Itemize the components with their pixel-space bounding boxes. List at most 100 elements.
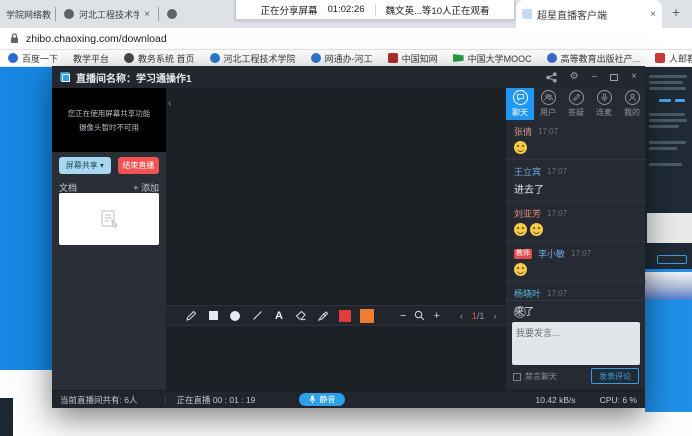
- bookmark-label: 中国大学MOOC: [468, 52, 532, 65]
- magnifier-icon[interactable]: [414, 310, 425, 321]
- bookmark-baidu[interactable]: 百度一下: [8, 52, 58, 65]
- emoji-picker-icon[interactable]: [514, 306, 526, 318]
- bookmark-label: 教务系统 首页: [138, 52, 195, 65]
- message-time: 17:07: [547, 209, 567, 218]
- address-bar[interactable]: zhibo.chaoxing.com/download: [0, 28, 692, 50]
- bookmark-hebei-college[interactable]: 河北工程技术学院: [210, 52, 296, 65]
- tab-label: 答疑: [568, 107, 584, 118]
- status-bar: 当前直播间共有: 6人 正在直播 00 : 01 : 19 静音 10.42 k…: [52, 390, 645, 408]
- background-page-left: [0, 67, 52, 370]
- window-title-bar[interactable]: 直播间名称：学习通操作1 ⚙ – ×: [52, 66, 645, 88]
- smiley-emoji: [514, 141, 527, 154]
- browser-tab-1[interactable]: 学院网络教 ×: [0, 0, 52, 28]
- circle-tool-icon[interactable]: [224, 311, 246, 321]
- background-page-corner-image: [0, 398, 13, 436]
- bookmark-label: 网通办-河工: [325, 52, 373, 65]
- chat-panel: 聊天 用户 答疑 连麦: [505, 88, 645, 390]
- end-live-button[interactable]: 结束直播: [118, 157, 159, 174]
- bookmarks-bar: 百度一下 教学平台 教务系统 首页 河北工程技术学院 网通办-河工 中国知网 中…: [0, 50, 692, 67]
- banner-divider: [375, 4, 376, 16]
- browser-tab-active[interactable]: 超星直播客户端 ×: [516, 0, 662, 28]
- screen-share-canvas[interactable]: ‹ A −: [166, 88, 505, 390]
- url-text[interactable]: zhibo.chaoxing.com/download: [26, 33, 167, 45]
- browser-tab-2[interactable]: 河北工程技术学院 ×: [58, 0, 156, 28]
- left-panel: 您正在使用屏幕共享功能 摄像头暂时不可用 屏幕共享 ▾ 结束直播 文档 + 添加: [52, 88, 166, 390]
- send-comment-button[interactable]: 发表评论: [591, 368, 639, 384]
- bookmark-teaching-platform[interactable]: 教学平台: [73, 52, 109, 65]
- microphone-icon: [309, 395, 316, 404]
- chat-message: 教师李小敏17:07: [506, 242, 646, 282]
- tab-mic-connect[interactable]: 连麦: [590, 88, 618, 120]
- tab-close-icon[interactable]: ×: [650, 9, 656, 20]
- bookmark-ptpress[interactable]: 人邮教育社区: [655, 52, 692, 65]
- page-indicator: 1/1: [472, 311, 485, 321]
- maximize-icon[interactable]: [610, 74, 618, 81]
- viewer-count: 当前直播间共有: 6人: [60, 394, 137, 406]
- chat-message: 杨晓叶17:07 来了: [506, 282, 646, 324]
- new-tab-button[interactable]: +: [672, 4, 680, 20]
- mute-button[interactable]: 静音: [299, 393, 345, 406]
- tab-close-icon[interactable]: ×: [144, 9, 150, 20]
- cpu-usage: CPU: 6 %: [600, 395, 637, 405]
- settings-gear-icon[interactable]: ⚙: [570, 72, 579, 82]
- bookmark-wangtongban[interactable]: 网通办-河工: [311, 52, 373, 65]
- divider: [506, 300, 646, 301]
- zoom-out-icon[interactable]: −: [400, 310, 406, 322]
- bookmark-favicon: [655, 53, 665, 63]
- camera-preview: 您正在使用屏幕共享功能 摄像头暂时不可用: [52, 88, 166, 152]
- screen-share-button[interactable]: 屏幕共享 ▾: [59, 157, 111, 174]
- bookmark-hep-press[interactable]: 高等教育出版社产...: [547, 52, 641, 65]
- document-thumbnail[interactable]: [59, 193, 159, 245]
- bitrate-value: 10.42 kB/s: [536, 395, 576, 405]
- browser-tab-3[interactable]: [161, 0, 231, 28]
- tab-mine[interactable]: 我的: [618, 88, 646, 120]
- bookmark-label: 中国知网: [402, 52, 438, 65]
- bookmark-favicon: [311, 53, 321, 63]
- chat-message-list[interactable]: 张倩17:07 王立宾17:07 进去了 刘亚芳17:07 教师李小敏17:07…: [506, 120, 646, 324]
- collapse-panel-arrow[interactable]: ‹: [168, 98, 171, 109]
- color-swatch-orange[interactable]: [356, 309, 378, 323]
- users-icon: [541, 90, 556, 105]
- message-time: 17:07: [547, 167, 567, 176]
- sender-name: 刘亚芳: [514, 207, 541, 220]
- tab-label: 学院网络教: [6, 8, 51, 21]
- zoom-in-icon[interactable]: +: [433, 310, 439, 322]
- message-text: 来了: [514, 303, 638, 318]
- sender-name: 张倩: [514, 125, 532, 138]
- minimize-icon[interactable]: –: [592, 72, 598, 82]
- tab-qa[interactable]: 答疑: [562, 88, 590, 120]
- line-tool-icon[interactable]: [246, 310, 268, 321]
- document-icon: [96, 206, 122, 232]
- bookmark-favicon: [547, 53, 557, 63]
- teacher-badge: 教师: [514, 249, 532, 259]
- bookmark-favicon: [453, 54, 464, 62]
- live-room-icon: [60, 72, 70, 82]
- close-icon[interactable]: ×: [631, 72, 637, 82]
- next-page-icon[interactable]: ›: [493, 311, 496, 321]
- tab-label: 用户: [540, 107, 556, 118]
- background-page-right: [645, 67, 692, 436]
- eraser-tool-icon[interactable]: [290, 310, 312, 321]
- chat-input[interactable]: [512, 322, 640, 365]
- camera-notice-line2: 摄像头暂时不可用: [79, 122, 139, 133]
- divider: [165, 395, 166, 405]
- bookmark-cnki[interactable]: 中国知网: [388, 52, 438, 65]
- tab-chat[interactable]: 聊天: [506, 88, 534, 120]
- tab-users[interactable]: 用户: [534, 88, 562, 120]
- background-page-right-panel: [645, 67, 692, 269]
- prev-page-icon[interactable]: ‹: [460, 311, 463, 321]
- clear-brush-tool-icon[interactable]: [312, 310, 334, 322]
- share-icon[interactable]: [546, 72, 557, 83]
- bookmark-mooc[interactable]: 中国大学MOOC: [453, 52, 532, 65]
- tab-label: 超星直播客户端: [537, 7, 607, 22]
- tab-label: 河北工程技术学院: [79, 8, 139, 21]
- globe-favicon: [64, 9, 74, 19]
- color-swatch-red[interactable]: [334, 310, 356, 322]
- bookmark-jiaowu[interactable]: 教务系统 首页: [124, 52, 195, 65]
- rectangle-tool-icon[interactable]: [202, 311, 224, 320]
- mute-chat-checkbox[interactable]: [513, 373, 521, 381]
- window-title: 直播间名称：学习通操作1: [76, 70, 192, 85]
- smiley-emoji: [514, 223, 527, 236]
- text-tool-icon[interactable]: A: [268, 310, 290, 322]
- pen-tool-icon[interactable]: [180, 310, 202, 322]
